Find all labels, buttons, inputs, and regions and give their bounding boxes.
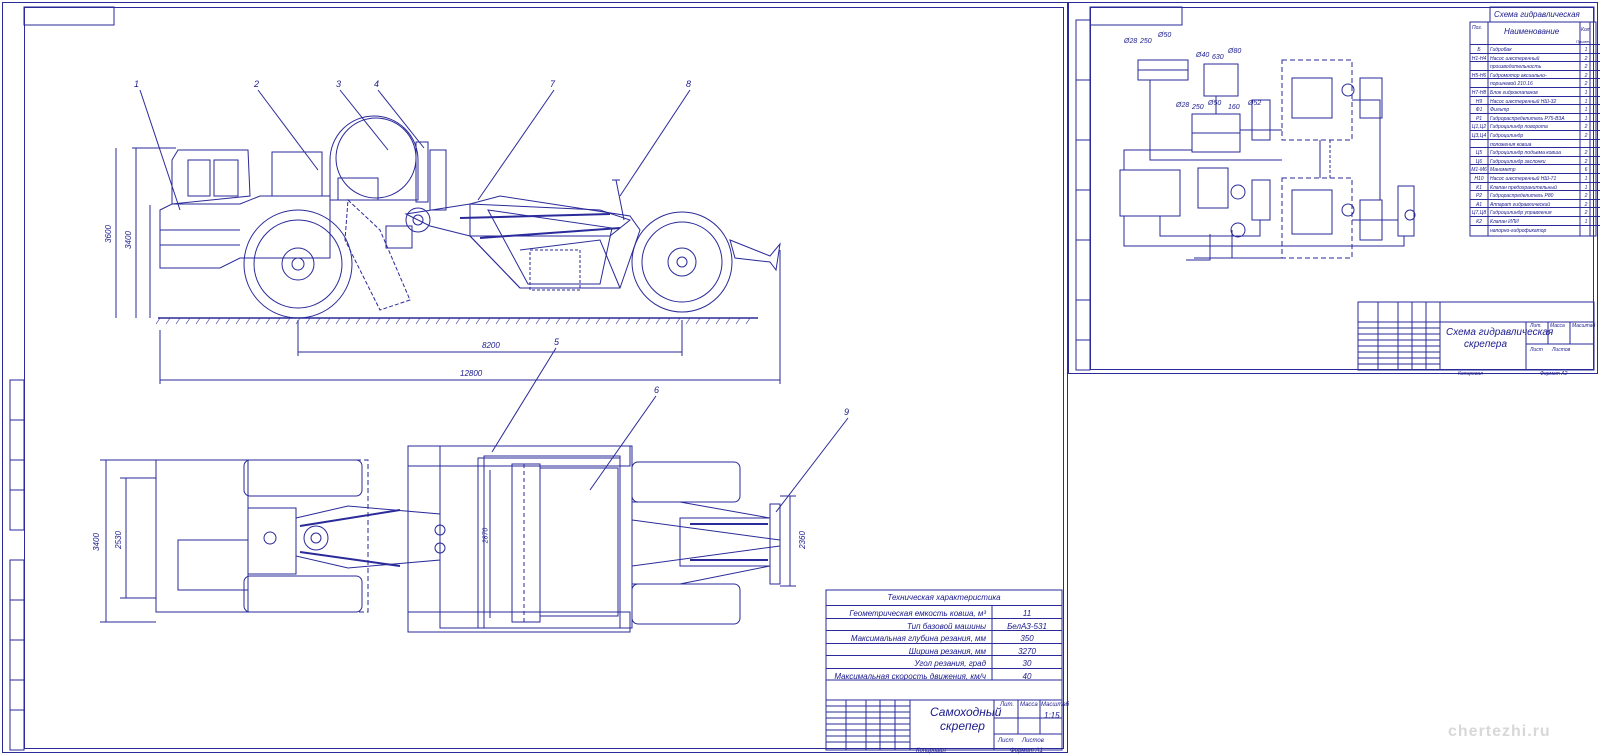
position-number-8: 8 — [686, 79, 692, 89]
dia-label-9: Ø50 — [1208, 100, 1222, 107]
position-number-2: 2 — [254, 79, 260, 89]
title-sheet-label: Лист — [998, 738, 1014, 744]
spec-row: Максимальная глубина резания, мм 350 — [826, 630, 1062, 643]
scheme-title-line1: Схема гидравлическая — [1446, 327, 1554, 338]
spec-row-name: Максимальная скорость движения, км/ч — [834, 671, 986, 681]
dim-width-track: 2530 — [113, 531, 123, 549]
watermark: chertezhi.ru — [1448, 723, 1551, 740]
title-col-scale: Масштаб — [1041, 702, 1070, 708]
dia-label-6: Ø80 — [1228, 48, 1242, 55]
right-title-col-scale: Масштаб — [1572, 323, 1596, 329]
dia-label-3: Ø50 — [1158, 32, 1172, 39]
right-title-col-mass: Масса — [1550, 323, 1565, 329]
spec-table-title: Техническая характеристика — [887, 593, 1001, 602]
dia-label-4: Ø40 — [1196, 52, 1210, 59]
dia-label-1: Ø28 — [1124, 38, 1138, 45]
dim-rear-width: 2360 — [797, 531, 807, 549]
dia-label-5: 630 — [1212, 54, 1224, 61]
title-col-lit: Лит. — [1000, 702, 1015, 708]
spec-row: Геометрическая емкость ковша, м³ 11 — [826, 605, 1062, 618]
right-title-sheets-label: Листов — [1552, 347, 1571, 353]
legend-header-pos: Поз. — [1472, 25, 1483, 31]
spec-row-value: 40 — [1022, 671, 1032, 681]
dia-label-10: 160 — [1228, 104, 1240, 111]
position-number-6: 6 — [654, 385, 660, 395]
dim-bucket-width: 2870 — [482, 527, 490, 544]
right-format-label: Формат А2 — [1540, 371, 1568, 377]
legend-row: напорно-гидрофикатор — [1470, 224, 1600, 235]
dia-label-2: 250 — [1140, 38, 1152, 45]
spec-row: Тип базовой машины БелАЗ-531 — [826, 617, 1062, 631]
scheme-title-line2: скрепера — [1464, 339, 1508, 350]
right-copied-label: Копировал — [1458, 371, 1483, 377]
legend-name: напорно-гидрофикатор — [1490, 227, 1547, 234]
dia-label-11: Ø52 — [1248, 100, 1262, 107]
dia-label-7: Ø28 — [1176, 102, 1190, 109]
position-number-7: 7 — [550, 79, 556, 89]
legend-header-name: Наименование — [1504, 27, 1560, 36]
drawing-title-line2: скрепер — [940, 719, 985, 733]
title-col-mass: Масса — [1020, 702, 1038, 708]
right-title-col-lit: Лит. — [1530, 323, 1542, 329]
dim-length-total: 12800 — [460, 369, 483, 378]
format-label: Формат А1 — [1010, 748, 1043, 754]
position-number-3: 3 — [336, 79, 342, 89]
position-number-9: 9 — [844, 407, 850, 417]
title-scale-value: 1:15 — [1044, 711, 1060, 720]
scheme-title-top: Схема гидравлическая — [1494, 10, 1580, 19]
dim-wheelbase: 8200 — [482, 341, 500, 350]
dim-width-total: 3400 — [91, 533, 101, 551]
spec-row: Максимальная скорость движения, км/ч 40 — [826, 667, 1062, 681]
position-number-4: 4 — [374, 79, 380, 89]
legend-header-qty: Кол — [1581, 27, 1590, 33]
position-number-1: 1 — [134, 79, 140, 89]
dim-height-total: 3600 — [103, 225, 113, 243]
spec-row: Ширина резания, мм 3270 — [826, 642, 1062, 656]
title-sheets-label: Листов — [1022, 738, 1044, 744]
scraper-drawing — [9, 6, 1597, 751]
drawing-title-line1: Самоходный — [930, 705, 1002, 719]
right-title-sheet-label: Лист — [1530, 347, 1543, 353]
copied-label: Копировал — [916, 748, 946, 754]
spec-row: Угол резания, град 30 — [826, 655, 1062, 668]
dim-height-cab: 3400 — [123, 231, 133, 249]
position-number-5: 5 — [554, 337, 560, 347]
dia-label-8: 250 — [1192, 104, 1204, 111]
